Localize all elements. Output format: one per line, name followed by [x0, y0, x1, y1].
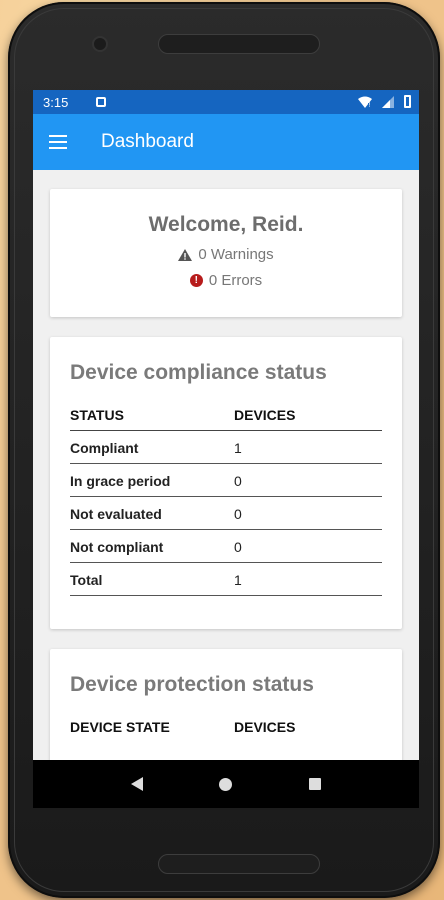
table-row[interactable]: Total 1 — [70, 562, 382, 596]
back-icon[interactable] — [131, 777, 144, 791]
notification-icon — [96, 97, 107, 107]
row-status: Total — [70, 562, 234, 596]
front-camera — [92, 36, 108, 52]
status-time: 3:15 — [43, 94, 69, 110]
row-status: In grace period — [70, 463, 234, 497]
recent-apps-icon[interactable] — [308, 778, 321, 790]
row-status: Not evaluated — [70, 496, 234, 530]
table-row[interactable]: In grace period 0 — [70, 463, 382, 497]
wifi-icon: ! — [358, 96, 372, 108]
page-title: Dashboard — [101, 131, 194, 152]
welcome-title: Welcome, Reid. — [148, 213, 304, 236]
table-row[interactable]: Not evaluated 0 — [70, 496, 382, 530]
compliance-title: Device compliance status — [70, 361, 327, 384]
svg-text:!: ! — [369, 102, 371, 108]
device-state-column-header: DEVICE STATE — [70, 719, 170, 735]
android-nav-bar — [33, 760, 419, 808]
table-header-row: STATUS DEVICES — [70, 399, 382, 431]
menu-icon[interactable] — [49, 135, 67, 149]
protection-title: Device protection status — [70, 673, 314, 696]
table-row[interactable]: Not compliant 0 — [70, 529, 382, 563]
status-icons: ! — [358, 95, 411, 108]
errors-count: 0 Errors — [208, 272, 263, 289]
home-icon[interactable] — [219, 777, 233, 791]
row-devices: 1 — [234, 430, 382, 464]
compliance-table: STATUS DEVICES Compliant 1 In grace peri… — [70, 399, 382, 596]
app-bar: Dashboard — [33, 114, 419, 170]
row-devices: 1 — [234, 562, 382, 596]
devices-column-header: DEVICES — [234, 399, 382, 431]
battery-icon — [404, 95, 411, 108]
errors-line[interactable]: ! 0 Errors — [50, 272, 402, 289]
row-devices: 0 — [234, 529, 382, 563]
row-status: Compliant — [70, 430, 234, 464]
compliance-card: Device compliance status STATUS DEVICES … — [50, 337, 402, 629]
dashboard-content: Welcome, Reid. 0 Warnings ! 0 Errors Dev… — [33, 189, 419, 789]
protection-table: DEVICE STATE DEVICES — [70, 711, 382, 742]
warnings-line[interactable]: 0 Warnings — [50, 246, 402, 263]
warnings-count: 0 Warnings — [198, 246, 274, 263]
error-icon: ! — [189, 274, 203, 287]
bottom-speaker — [158, 854, 320, 874]
table-header-row: DEVICE STATE DEVICES — [70, 711, 382, 742]
devices-column-header: DEVICES — [234, 719, 296, 735]
top-speaker — [158, 34, 320, 54]
table-row[interactable]: Compliant 1 — [70, 430, 382, 464]
welcome-card: Welcome, Reid. 0 Warnings ! 0 Errors — [50, 189, 402, 317]
warning-icon — [178, 248, 193, 261]
row-status: Not compliant — [70, 529, 234, 563]
status-column-header: STATUS — [70, 399, 234, 431]
row-devices: 0 — [234, 496, 382, 530]
phone-screen: 3:15 ! Dashboard Welcome, Reid. 0 Warnin… — [33, 90, 419, 808]
status-bar: 3:15 ! — [33, 90, 419, 114]
row-devices: 0 — [234, 463, 382, 497]
cellular-signal-icon — [382, 95, 394, 108]
